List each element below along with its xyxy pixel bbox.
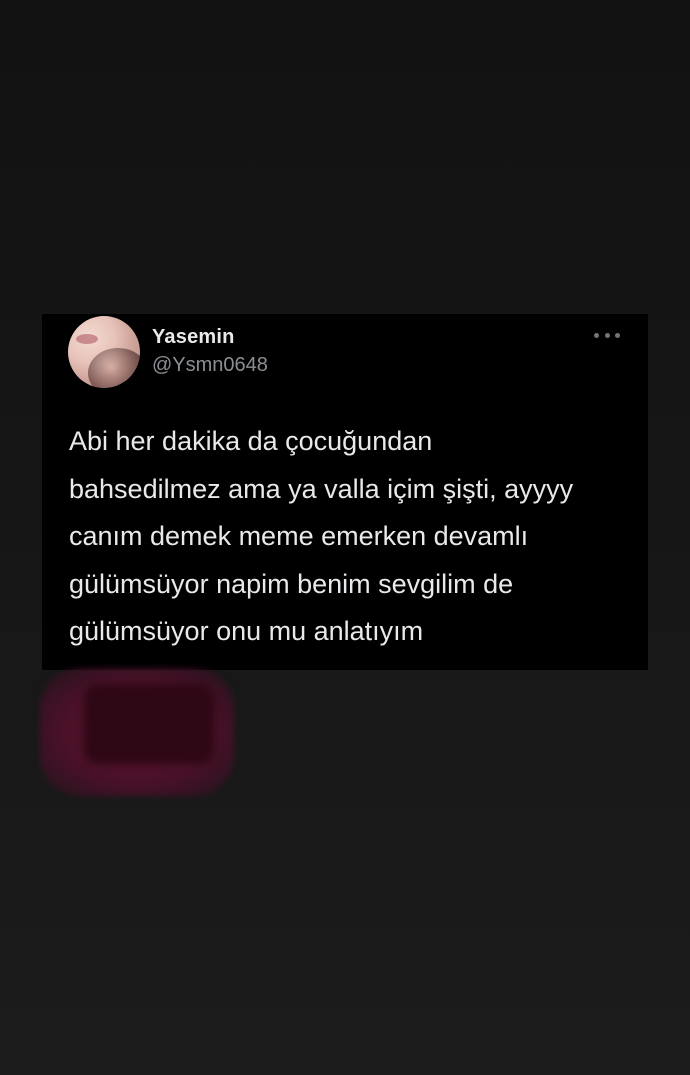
story-canvas: Yasemin @Ysmn0648 Abi her dakika da çocu… [0,0,690,1075]
dot [615,332,620,338]
avatar[interactable] [68,316,140,388]
avatar-photo-shadow [88,348,140,388]
dot [604,332,610,338]
redaction-scribble-core [84,684,214,764]
avatar-photo-detail [76,334,98,344]
dot [594,332,599,338]
display-name[interactable]: Yasemin [152,326,235,349]
tweet-text: Abi her dakika da çocuğundan bahsedilmez… [69,426,574,646]
more-horizontal-icon[interactable] [594,330,620,340]
tweet-card[interactable]: Yasemin @Ysmn0648 Abi her dakika da çocu… [42,314,648,670]
user-handle[interactable]: @Ysmn0648 [152,354,268,377]
